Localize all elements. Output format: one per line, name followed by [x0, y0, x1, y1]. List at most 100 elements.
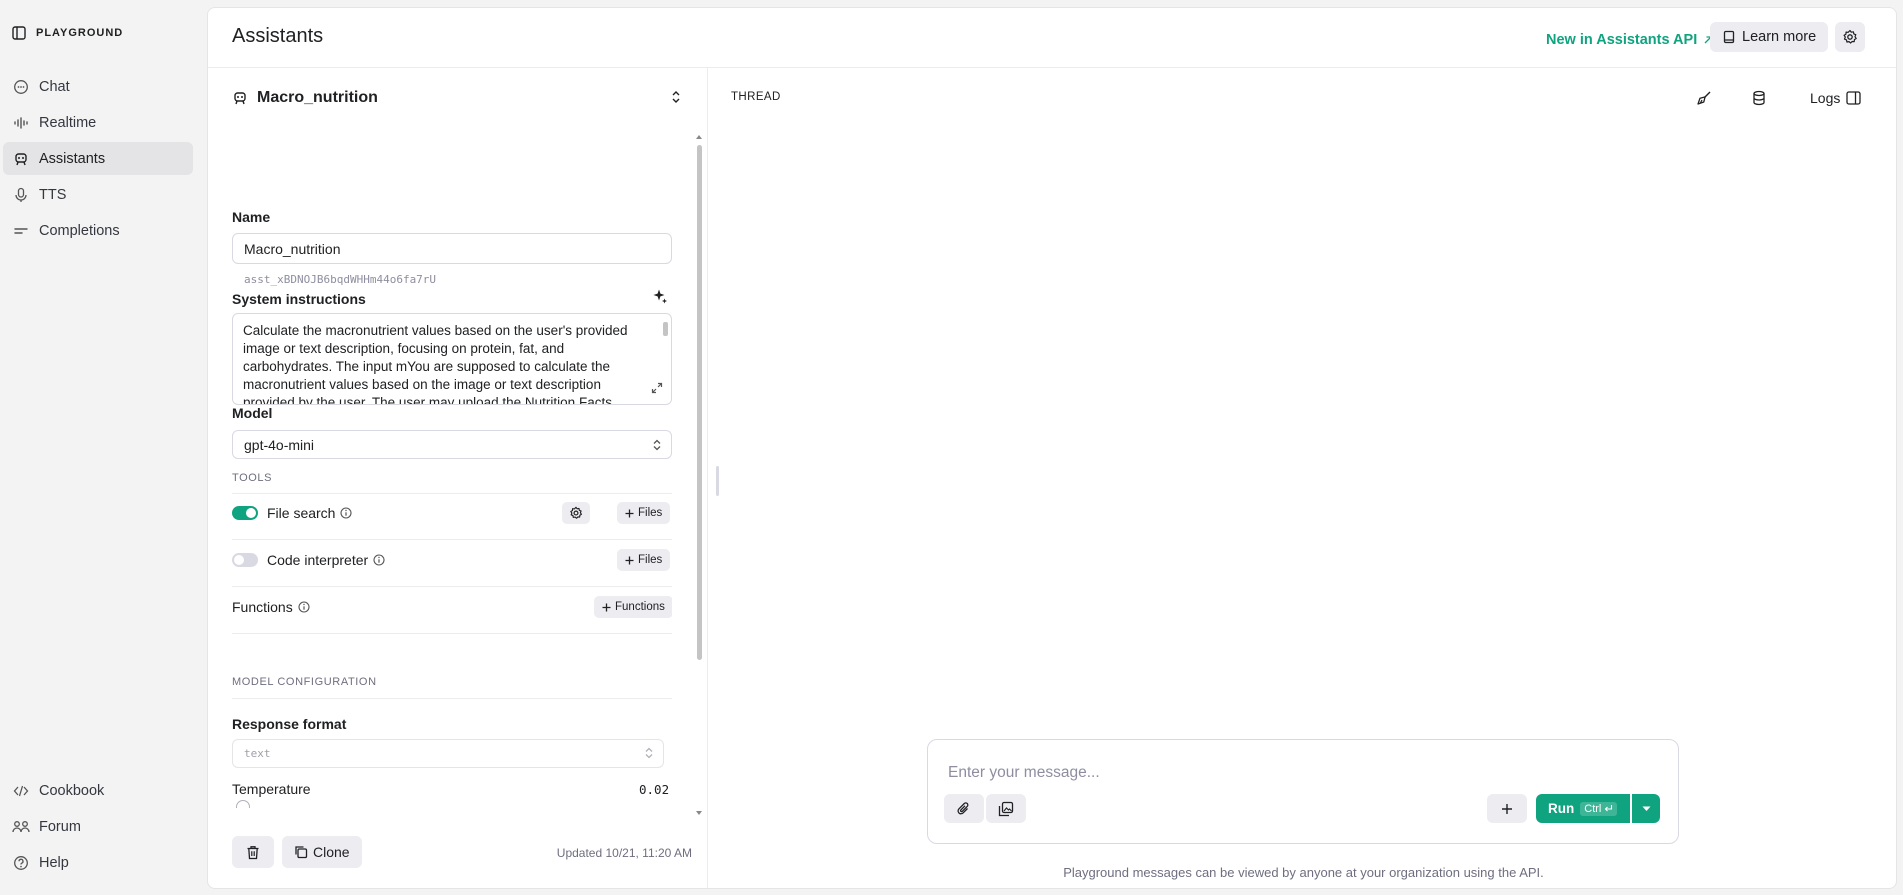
main-card: Assistants New in Assistants API Learn m…: [207, 7, 1897, 889]
divider: [232, 586, 672, 587]
settings-button[interactable]: [1835, 22, 1865, 52]
trash-icon: [246, 845, 260, 860]
file-search-label: File search: [267, 505, 336, 521]
new-in-assistants-link[interactable]: New in Assistants API: [1546, 32, 1713, 48]
sidebar-toggle-icon[interactable]: [12, 26, 26, 40]
model-select[interactable]: gpt-4o-mini: [232, 430, 672, 459]
panel-resize-handle[interactable]: [716, 466, 719, 496]
gear-icon: [1842, 29, 1858, 45]
left-nav: PLAYGROUND Chat Realtime Assistants TTS …: [0, 0, 206, 895]
scrollbar-thumb[interactable]: [697, 145, 702, 660]
message-composer: Enter your message... Run Ctrl: [927, 739, 1679, 844]
assistant-id: asst_xBDNOJB6bqdWHHm44o6fa7rU: [244, 273, 437, 286]
clone-button[interactable]: Clone: [282, 836, 362, 868]
people-icon: [12, 818, 30, 836]
clone-label: Clone: [313, 844, 350, 860]
image-upload-button[interactable]: [986, 794, 1026, 823]
files-label: Files: [638, 507, 663, 519]
nav-item-cookbook[interactable]: Cookbook: [3, 774, 193, 807]
gear-icon: [569, 506, 583, 520]
file-search-add-files-button[interactable]: Files: [617, 502, 671, 524]
plus-icon: [625, 509, 634, 518]
nav-item-chat[interactable]: Chat: [3, 70, 193, 103]
nav-item-assistants[interactable]: Assistants: [3, 142, 193, 175]
nav-item-label: Cookbook: [39, 782, 105, 799]
textarea-scrollbar[interactable]: [663, 322, 668, 336]
database-icon[interactable]: [1752, 90, 1766, 106]
nav-item-label: Forum: [39, 818, 81, 835]
chat-bubble-icon: [12, 78, 30, 96]
visibility-footnote: Playground messages can be viewed by any…: [1063, 865, 1544, 880]
run-shortcut: Ctrl: [1580, 801, 1618, 816]
chevron-up-down-icon[interactable]: [670, 90, 682, 104]
plus-icon: [602, 603, 611, 612]
nav-item-realtime[interactable]: Realtime: [3, 106, 193, 139]
nav-item-help[interactable]: Help: [3, 846, 193, 879]
code-interpreter-add-files-button[interactable]: Files: [617, 549, 671, 571]
response-format-label: Response format: [232, 716, 347, 732]
response-format-value: text: [244, 747, 271, 760]
run-shortcut-label: Ctrl: [1584, 802, 1602, 815]
file-search-settings-button[interactable]: [562, 502, 590, 524]
assistant-name-title: Macro_nutrition: [257, 89, 378, 106]
thread-panel: THREAD Logs Enter your message... Run Ct…: [709, 68, 1896, 888]
divider: [232, 539, 672, 540]
temperature-value[interactable]: 0.02: [639, 782, 669, 797]
logs-button[interactable]: Logs: [1810, 90, 1862, 106]
message-input[interactable]: Enter your message...: [948, 764, 1100, 782]
nav-item-label: TTS: [39, 186, 67, 203]
code-interpreter-label: Code interpreter: [267, 552, 369, 568]
assistant-panel: Macro_nutrition Name Macro_nutrition ass…: [208, 68, 708, 888]
sparkle-icon[interactable]: [652, 288, 668, 304]
expand-icon[interactable]: [651, 382, 663, 394]
run-label: Run: [1548, 801, 1575, 816]
temperature-label: Temperature: [232, 781, 311, 797]
file-search-toggle[interactable]: [232, 506, 258, 520]
code-icon: [12, 782, 30, 800]
assistant-form: Name Macro_nutrition asst_xBDNOJB6bqdWHH…: [232, 138, 672, 808]
temperature-slider-handle[interactable]: [236, 800, 250, 808]
nav-brand[interactable]: PLAYGROUND: [12, 26, 123, 40]
info-icon[interactable]: [340, 507, 353, 519]
panel-footer: Clone Updated 10/21, 11:20 AM: [232, 836, 692, 868]
info-icon[interactable]: [298, 601, 310, 613]
response-format-select[interactable]: text: [232, 739, 664, 768]
help-icon: [12, 854, 30, 872]
attach-button[interactable]: [944, 794, 984, 823]
run-button[interactable]: Run Ctrl: [1536, 794, 1630, 823]
learn-more-label: Learn more: [1742, 29, 1817, 45]
paperclip-icon: [957, 801, 971, 817]
robot-icon: [12, 150, 30, 168]
scroll-up-icon[interactable]: [696, 135, 702, 139]
functions-button-label: Functions: [615, 601, 665, 613]
learn-more-button[interactable]: Learn more: [1710, 22, 1829, 52]
system-instructions-textarea[interactable]: Calculate the macronutrient values based…: [232, 313, 672, 405]
add-function-button[interactable]: Functions: [594, 596, 672, 618]
chevron-up-down-icon: [652, 439, 662, 451]
thread-title: THREAD: [731, 91, 781, 103]
run-options-button[interactable]: [1632, 794, 1660, 823]
code-interpreter-toggle[interactable]: [232, 553, 258, 567]
panel-scrollbar[interactable]: [695, 135, 703, 815]
nav-item-label: Assistants: [39, 150, 106, 167]
add-message-button[interactable]: [1487, 794, 1527, 823]
delete-button[interactable]: [232, 836, 274, 868]
nav-item-label: Realtime: [39, 114, 97, 131]
divider: [232, 633, 672, 634]
broom-icon[interactable]: [1696, 90, 1712, 106]
updated-timestamp: Updated 10/21, 11:20 AM: [556, 846, 692, 860]
nav-item-completions[interactable]: Completions: [3, 214, 193, 247]
model-select-value: gpt-4o-mini: [244, 436, 315, 453]
scroll-down-icon[interactable]: [696, 811, 702, 815]
nav-item-tts[interactable]: TTS: [3, 178, 193, 211]
tools-heading: TOOLS: [232, 472, 273, 484]
name-field-value: Macro_nutrition: [244, 240, 341, 257]
waveform-icon: [12, 114, 30, 132]
lines-icon: [12, 222, 30, 240]
topbar: Assistants New in Assistants API Learn m…: [208, 8, 1896, 68]
name-field[interactable]: Macro_nutrition: [232, 233, 672, 264]
nav-item-label: Help: [39, 854, 69, 871]
nav-item-forum[interactable]: Forum: [3, 810, 193, 843]
assistant-selector[interactable]: Macro_nutrition: [232, 89, 378, 107]
info-icon[interactable]: [373, 554, 385, 566]
